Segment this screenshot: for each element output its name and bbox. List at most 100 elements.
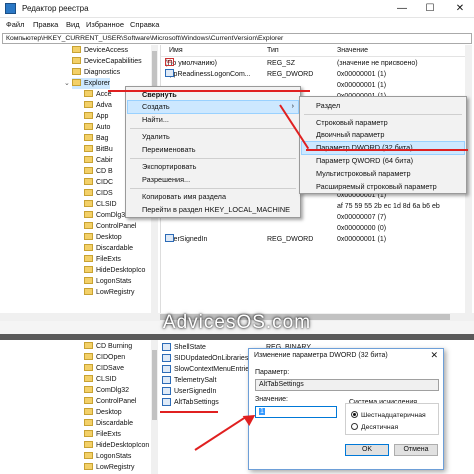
tree-item[interactable]: CIDSave [84, 363, 124, 374]
tree-item[interactable]: ComDlg32 [84, 385, 129, 396]
menu-rename[interactable]: Переименовать [128, 144, 298, 156]
value-input[interactable]: 1 [255, 406, 337, 418]
list-header: Имя Тип Значение [161, 45, 465, 57]
submenu-key[interactable]: Раздел [302, 100, 464, 112]
tree-item[interactable]: Discardable [84, 418, 133, 429]
ok-button[interactable]: OK [345, 444, 389, 456]
scroll-thumb[interactable] [152, 350, 157, 420]
tree-item[interactable]: DeviceCapabilities [72, 56, 142, 67]
tree-item[interactable]: ControlPanel [84, 221, 136, 232]
table-row[interactable]: ab (По умолчанию) REG_SZ (значение не присв… [161, 58, 465, 69]
tree-item[interactable]: Discardable [84, 243, 133, 254]
folder-icon [84, 134, 93, 141]
tree-item[interactable]: Cabir [84, 155, 113, 166]
tree-item[interactable]: LogonStats [84, 451, 131, 462]
tree-item-explorer[interactable]: Explorer [72, 78, 111, 89]
maximize-button[interactable]: ☐ [416, 0, 444, 18]
value-type: REG_DWORD [267, 236, 314, 243]
menu-create[interactable]: Создать › [127, 100, 299, 114]
tree-item-label: Discardable [96, 420, 133, 427]
tree-item[interactable]: CLSID [84, 199, 117, 210]
submenu-dword[interactable]: Параметр DWORD (32 бита) [301, 141, 465, 155]
radio-hex[interactable]: Шестнадцатеричная [351, 411, 426, 419]
radio-dec[interactable]: Десятичная [351, 423, 398, 431]
table-row[interactable]: 0x00000000 (0) [161, 223, 465, 234]
tree-item[interactable]: HideDesktopIco [84, 265, 145, 276]
registry-editor-window: Редактор реестра — ☐ ✕ Файл Правка Вид И… [0, 0, 474, 334]
tree-item[interactable]: Auto [84, 122, 110, 133]
tree-item[interactable]: HideDesktopIcon [84, 440, 149, 451]
tree-item[interactable]: Adva [84, 100, 112, 111]
tree-item[interactable]: LowRegistry [84, 462, 135, 473]
tree-item-label: CD Burning [96, 343, 133, 350]
col-name[interactable]: Имя [169, 47, 183, 54]
tree-item[interactable]: CD B [84, 166, 113, 177]
tree-item[interactable]: Diagnostics [72, 67, 120, 78]
tree-item[interactable]: CIDC [84, 177, 113, 188]
folder-open-icon [72, 79, 81, 86]
menu-file[interactable]: Файл [6, 20, 24, 29]
menu-copy-key-name[interactable]: Копировать имя раздела [128, 191, 298, 203]
submenu-qword[interactable]: Параметр QWORD (64 бита) [302, 155, 464, 167]
tree-item[interactable]: Desktop [84, 407, 122, 418]
submenu-multistring[interactable]: Мультистроковый параметр [302, 168, 464, 180]
chevron-down-icon[interactable]: ⌄ [64, 79, 70, 87]
tree-item[interactable]: CLSID [84, 374, 117, 385]
table-row[interactable]: TelemetrySalt [160, 375, 260, 386]
menu-export[interactable]: Экспортировать [128, 161, 298, 173]
menu-find[interactable]: Найти... [128, 114, 298, 126]
menu-goto-hklm[interactable]: Перейти в раздел HKEY_LOCAL_MACHINE [128, 204, 298, 216]
tree-item-label: Diagnostics [84, 69, 121, 76]
tree-item[interactable]: App [84, 111, 108, 122]
tree-item[interactable]: ControlPanel [84, 396, 136, 407]
tree-item[interactable]: LogonStats [84, 276, 131, 287]
folder-icon [84, 167, 93, 174]
submenu-string[interactable]: Строковый параметр [302, 117, 464, 129]
dialog-close-button[interactable]: ✕ [430, 350, 438, 361]
tree-item[interactable]: CD Burning [84, 341, 132, 352]
submenu-expandable-string[interactable]: Расширяемый строковый параметр [302, 181, 464, 193]
table-row[interactable]: UserSignedIn REG_DWORD 0x00000001 (1) [161, 234, 465, 245]
tree-item[interactable]: LowRegistry [84, 287, 135, 298]
table-row[interactable]: ShellStateREG_BINARY [160, 342, 311, 353]
col-data[interactable]: Значение [337, 47, 368, 54]
menu-help[interactable]: Справка [130, 20, 159, 29]
tree-item-label: CLSID [96, 201, 117, 208]
table-row[interactable]: UserSignedIn [160, 386, 260, 397]
col-type[interactable]: Тип [267, 47, 279, 54]
tree-item[interactable]: ComDlg32 [84, 210, 129, 221]
tree-item-label: Bag [96, 135, 109, 142]
menu-favorites[interactable]: Избранное [86, 20, 124, 29]
submenu-binary[interactable]: Двоичный параметр [302, 129, 464, 141]
menu-view[interactable]: Вид [66, 20, 80, 29]
tree-scrollbar[interactable] [151, 340, 158, 474]
binary-value-icon [165, 69, 174, 77]
address-bar[interactable]: Компьютер\HKEY_CURRENT_USER\Software\Mic… [2, 33, 472, 44]
value-data: 0x00000007 (7) [337, 214, 387, 221]
minimize-button[interactable]: — [388, 0, 416, 18]
tree-item[interactable]: CIDS [84, 188, 113, 199]
table-row[interactable]: AppReadinessLogonCom... REG_DWORD 0x000000… [161, 69, 465, 80]
value-data: 0x00000001 (1) [337, 236, 387, 243]
menu-edit[interactable]: Правка [33, 20, 58, 29]
menu-permissions[interactable]: Разрешения... [128, 174, 298, 186]
tree-item[interactable]: FileExts [84, 429, 121, 440]
folder-icon [84, 364, 93, 371]
folder-icon [84, 386, 93, 393]
tree-item[interactable]: Desktop [84, 232, 122, 243]
tree-item[interactable]: Bag [84, 133, 108, 144]
menu-delete[interactable]: Удалить [128, 131, 298, 143]
binary-value-icon [162, 365, 171, 373]
tree-item-label: ControlPanel [96, 223, 137, 230]
folder-icon [84, 233, 93, 240]
folder-icon [84, 178, 93, 185]
table-row[interactable]: SlowContextMenuEntrie [160, 364, 260, 375]
tree-item[interactable]: BitBu [84, 144, 113, 155]
tree-item[interactable]: DeviceAccess [72, 45, 128, 56]
cancel-button[interactable]: Отмена [394, 444, 438, 456]
tree-item[interactable]: FileExts [84, 254, 121, 265]
table-row[interactable]: AltTabSettings [160, 397, 260, 408]
tree-item[interactable]: CIDOpen [84, 352, 125, 363]
close-button[interactable]: ✕ [446, 0, 474, 18]
table-row[interactable]: SIDUpdatedOnLibraries [160, 353, 260, 364]
